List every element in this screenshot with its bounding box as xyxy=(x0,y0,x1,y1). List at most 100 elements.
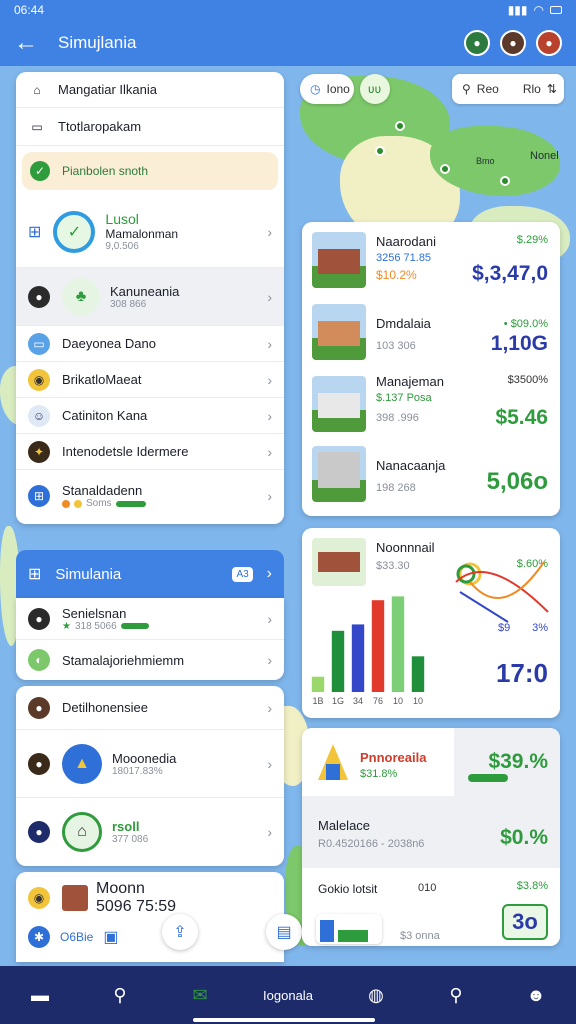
chart-bar[interactable] xyxy=(391,596,405,692)
list-item[interactable]: ● Detilhonensiee › xyxy=(16,686,284,730)
map-filter-chip[interactable]: ʋʋ xyxy=(360,74,390,104)
home-indicator xyxy=(193,1018,375,1022)
filter-label[interactable]: Rlo xyxy=(523,82,541,96)
chevron-right-icon: › xyxy=(267,699,272,716)
list-item-label: Detilhonensiee xyxy=(62,700,149,715)
map-pin[interactable] xyxy=(375,146,385,156)
section-header[interactable]: ⊞ Simulania A3 › xyxy=(16,550,284,598)
list-item-featured[interactable]: ⊞ ✓ Lusol Mamalonman 9,0.506 › xyxy=(16,196,284,268)
share-button[interactable]: ⇪ xyxy=(162,914,198,950)
chevron-right-icon: › xyxy=(266,565,272,582)
stat-row[interactable]: Malelace R0.4520166 - 2038n6 $0.% xyxy=(302,796,560,868)
document-icon[interactable]: ▣ xyxy=(103,927,118,947)
nav-globe-icon[interactable]: ◍ xyxy=(359,978,393,1012)
progress-bar xyxy=(468,774,508,782)
chevron-right-icon: › xyxy=(267,610,272,627)
battery-icon xyxy=(550,6,562,14)
list-item[interactable]: ● Senielsnan ★ 318 5066 › xyxy=(16,598,284,640)
nav-list-icon[interactable]: ▬ xyxy=(23,978,57,1012)
place-change: $3500% xyxy=(507,374,548,386)
house-icon: ⌂ xyxy=(62,812,102,852)
signal-icon: ▮▮▮ xyxy=(507,3,528,17)
stat-value-box: 3o xyxy=(502,904,548,940)
check-icon: ✓ xyxy=(30,161,50,181)
menu-item-document[interactable]: ▭ Ttotlaropakam xyxy=(16,108,284,146)
list-item[interactable]: ◐ Stamalajoriehmiemm › xyxy=(16,640,284,680)
place-meta: 103 306 xyxy=(376,340,416,352)
app-header: ← Simujlania ● ● ● xyxy=(0,20,576,66)
chart-bar[interactable] xyxy=(371,600,385,692)
avatar[interactable]: ● xyxy=(500,30,526,56)
featured-subtitle: Mamalonman xyxy=(105,227,179,241)
chevron-right-icon: › xyxy=(267,755,272,772)
map-search-bar[interactable]: ⚲ Reo Rlo ⇅ xyxy=(452,74,564,104)
page-title: Simujlania xyxy=(58,33,137,52)
list-item[interactable]: ⊞ Stanaldadenn Soms › xyxy=(16,470,284,522)
list-item[interactable]: ◉ BrikatloMaeat › xyxy=(16,362,284,398)
bar-chart[interactable]: 1B 1G 34 76 10 10 xyxy=(308,586,428,706)
monument-icon xyxy=(316,742,350,782)
chart-bar[interactable] xyxy=(411,656,425,692)
featured-meta: 9,0.506 xyxy=(105,241,139,252)
list-item[interactable]: ▭ Daeyonea Dano › xyxy=(16,326,284,362)
place-thumbnail[interactable] xyxy=(312,304,366,360)
chart-bar[interactable] xyxy=(331,630,345,692)
menu-item-label: Mangatiar Ilkania xyxy=(58,82,157,97)
list-item-selected[interactable]: ● ♣ Kanuneania 308 866 › xyxy=(16,268,284,326)
list-item[interactable]: ● ▲ Mooonedia 18017.83% › xyxy=(16,730,284,798)
section-badge: A3 xyxy=(232,566,253,582)
menu-item-label: Ttotlaropakam xyxy=(58,119,142,134)
menu-item-highlight[interactable]: ✓ Pianbolen snoth xyxy=(22,152,278,190)
list-item[interactable]: ● ⌂ rsoll 377 086 › xyxy=(16,798,284,866)
gear-icon[interactable]: ✱ xyxy=(28,926,50,948)
place-thumbnail[interactable] xyxy=(312,376,366,432)
list-item-label: Stamalajoriehmiemm xyxy=(62,652,185,668)
menu-item-label: Pianbolen snoth xyxy=(62,164,149,178)
place-name: Nanacaanja xyxy=(376,458,446,473)
list-item-meta: 18017.83% xyxy=(112,765,163,777)
nav-pin-icon[interactable]: ⚲ xyxy=(439,978,473,1012)
list-item[interactable]: ◉ Moonn 5096 75:59 xyxy=(16,872,284,924)
chart-meta: $33.30 xyxy=(376,560,410,572)
nav-mail-icon[interactable]: ✉ xyxy=(183,978,217,1012)
nav-search-icon[interactable]: ⚲ xyxy=(103,978,137,1012)
place-thumbnail[interactable] xyxy=(312,232,366,288)
sliders-icon[interactable]: ⇅ xyxy=(547,82,557,96)
place-value: $,3,47,0 xyxy=(472,262,548,285)
chart-tick-label: 34 xyxy=(353,696,363,706)
list-item[interactable]: ✦ Intenodetsle Idermere › xyxy=(16,434,284,470)
chart-value: 17:0 xyxy=(495,658,548,688)
list-item[interactable]: ☺ Catiniton Kana › xyxy=(16,398,284,434)
avatar[interactable]: ● xyxy=(464,30,490,56)
status-time: 06:44 xyxy=(14,3,45,17)
avatar: ● xyxy=(28,285,50,308)
chart-small-value: $9 xyxy=(498,622,511,634)
map-pin[interactable] xyxy=(395,121,405,131)
promo-tile[interactable]: Pnnoreaila $31.8% xyxy=(302,728,454,796)
place-thumbnail[interactable] xyxy=(312,538,366,586)
featured-title: Lusol xyxy=(105,211,139,227)
list-item-label: Daeyonea Dano xyxy=(62,336,156,351)
avatar[interactable]: ● xyxy=(536,30,562,56)
map-pin[interactable] xyxy=(440,164,450,174)
place-meta: 3256 71.85 xyxy=(376,252,432,264)
map-place-label: Nonel xyxy=(530,150,559,162)
nav-profile-icon[interactable]: ☻ xyxy=(519,978,553,1012)
search-input[interactable]: Reo xyxy=(477,82,499,96)
place-thumbnail[interactable] xyxy=(312,446,366,502)
card-icon: ▭ xyxy=(28,332,50,355)
upload-icon: ⇪ xyxy=(173,924,187,941)
map-pin[interactable] xyxy=(500,176,510,186)
promo-value-tile[interactable]: $39.% xyxy=(454,728,560,796)
menu-item-home[interactable]: ⌂ Mangatiar Ilkania xyxy=(16,72,284,108)
back-arrow-icon[interactable]: ← xyxy=(14,29,44,57)
search-icon[interactable]: ⚲ xyxy=(462,82,471,96)
map-layer-chip[interactable]: ◷ Iono xyxy=(300,74,354,104)
coin-icon: ◉ xyxy=(28,368,50,391)
badge-icon: ✦ xyxy=(28,440,50,463)
notes-button[interactable]: ▤ xyxy=(266,914,302,950)
nav-center-label[interactable]: Iogonala xyxy=(263,988,313,1003)
chevron-right-icon: › xyxy=(267,488,272,504)
chart-bar[interactable] xyxy=(311,676,325,692)
chart-bar[interactable] xyxy=(351,624,365,692)
